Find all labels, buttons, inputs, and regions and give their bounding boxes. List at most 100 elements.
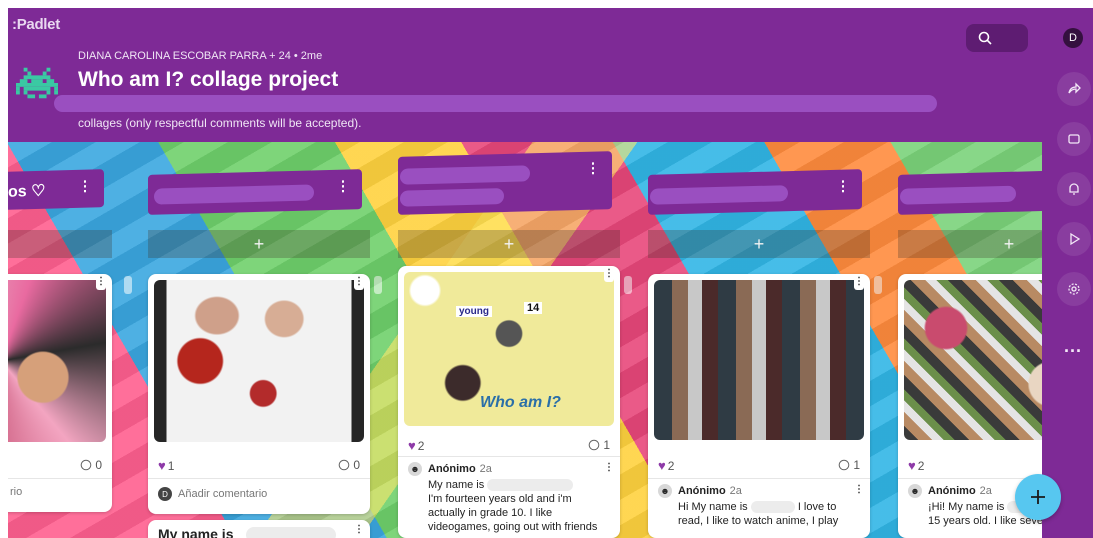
column-2: ⋮ + ⋮ ♥ 1 0 D Añadir comentario My name … — [148, 142, 370, 538]
copy-icon — [1068, 134, 1080, 144]
share-button[interactable] — [1057, 72, 1091, 106]
column-3-add-post[interactable]: + — [398, 230, 620, 258]
comment-icon — [338, 459, 350, 471]
column-3-title-redaction-1 — [400, 165, 530, 185]
post-1-comment-count[interactable]: 0 — [80, 458, 102, 472]
add-post-fab[interactable] — [1015, 474, 1061, 520]
name-redaction — [750, 501, 795, 514]
padlet-app: :Padlet DIANA CAROLINA ESCOBAR PARRA + 2… — [8, 8, 1093, 538]
padlet-logo[interactable]: :Padlet — [12, 16, 60, 33]
user-avatar[interactable]: D — [1063, 28, 1083, 48]
post-5-author: Anónimo 2a — [928, 485, 992, 497]
column-4-title-redaction — [650, 185, 788, 205]
board-canvas: os ♡ ⋮ + ⋮ 0 rio — [8, 142, 1042, 538]
column-1-add-post[interactable]: + — [8, 230, 112, 258]
post-3-stats: ♥ 2 1 — [408, 438, 610, 453]
heart-icon[interactable]: ♥ — [908, 458, 916, 473]
more-options-button[interactable]: ... — [1064, 336, 1082, 357]
post-4-comment-count[interactable]: 1 — [838, 458, 860, 472]
name-redaction — [487, 479, 574, 492]
post-2-menu[interactable]: ⋮ — [354, 276, 364, 290]
heart-icon[interactable]: ♥ — [408, 438, 416, 453]
column-scroll-handle[interactable] — [374, 276, 382, 294]
post-4-image[interactable] — [654, 280, 864, 440]
column-1-title: os ♡ — [8, 182, 46, 201]
post-3-menu[interactable]: ⋮ — [604, 268, 614, 282]
plus-icon — [1031, 490, 1045, 504]
column-3-menu[interactable]: ⋮ — [586, 160, 600, 177]
comment-icon — [80, 459, 92, 471]
column-3-header[interactable]: ⋮ — [398, 151, 612, 215]
post-4-comment-text: Hi My name is I love to read, I like to … — [678, 501, 839, 527]
column-scroll-handle[interactable] — [624, 276, 632, 294]
gear-icon — [1068, 283, 1080, 295]
post-2-stats: ♥ 1 0 — [158, 458, 360, 473]
space-invader-icon — [16, 67, 58, 99]
column-2-menu[interactable]: ⋮ — [336, 178, 350, 195]
column-1-menu[interactable]: ⋮ — [78, 178, 92, 195]
settings-button[interactable] — [1057, 272, 1091, 306]
column-2-add-post[interactable]: + — [148, 230, 370, 258]
post-4-like-count: 2 — [667, 459, 675, 473]
column-5-add-post[interactable]: + — [898, 230, 1042, 258]
heart-icon[interactable]: ♥ — [658, 458, 666, 473]
board-attribution: DIANA CAROLINA ESCOBAR PARRA + 24 • 2me — [78, 50, 323, 62]
remake-button[interactable] — [1057, 122, 1091, 156]
search-button[interactable] — [966, 24, 1028, 52]
column-4: ⋮ + ⋮ ♥ 2 1 ☻ Anónimo 2a ⋮ Hi My name is… — [648, 142, 870, 538]
play-icon — [1070, 232, 1081, 246]
post-4-menu[interactable]: ⋮ — [854, 276, 864, 290]
share-icon — [1068, 82, 1081, 94]
post-4-stats: ♥ 2 1 — [658, 458, 860, 473]
column-5-header[interactable] — [898, 169, 1042, 215]
column-4-header[interactable]: ⋮ — [648, 169, 862, 215]
post-5-stats: ♥ 2 — [908, 458, 1042, 473]
slideshow-button[interactable] — [1057, 222, 1091, 256]
post-1-separator — [8, 478, 112, 479]
column-5: + ♥ 2 ☻ Anónimo 2a ¡Hi! My name is 15 year… — [898, 142, 1042, 538]
post-card-3[interactable]: young 14 Who am I? ⋮ ♥2 1 ☻ Anónimo2a — [398, 266, 620, 538]
post-1-add-comment[interactable]: rio — [10, 486, 22, 498]
post-card-2[interactable]: ⋮ ♥ 1 0 D Añadir comentario — [148, 274, 370, 514]
post-card-4[interactable]: ⋮ ♥ 2 1 ☻ Anónimo 2a ⋮ Hi My name is I lov… — [648, 274, 870, 538]
post-2-like-count: 1 — [167, 459, 175, 473]
description-redaction — [54, 95, 937, 112]
column-3-title-redaction-2 — [400, 188, 504, 207]
notifications-button[interactable] — [1057, 172, 1091, 206]
heart-icon[interactable]: ♥ — [158, 458, 166, 473]
post-3-separator — [398, 456, 620, 457]
post-2-comment-count[interactable]: 0 — [338, 458, 360, 472]
post-1-menu[interactable]: ⋮ — [96, 276, 106, 290]
commenter-avatar: D — [158, 487, 172, 501]
column-2-title-redaction — [154, 184, 314, 205]
board-header: :Padlet DIANA CAROLINA ESCOBAR PARRA + 2… — [8, 8, 1042, 142]
post-4-author: Anónimo 2a — [678, 485, 742, 497]
column-2-header[interactable]: ⋮ — [148, 169, 362, 215]
post-2b-menu[interactable]: ⋮ — [354, 524, 364, 538]
bell-icon — [1069, 183, 1079, 195]
post-2b-title: My name is — [158, 526, 234, 538]
post-card-1[interactable]: ⋮ 0 rio — [8, 274, 112, 512]
post-4-comment-menu[interactable]: ⋮ — [854, 484, 864, 498]
post-3-comment-menu[interactable]: ⋮ — [604, 462, 614, 476]
column-scroll-handle[interactable] — [874, 276, 882, 294]
column-4-menu[interactable]: ⋮ — [836, 178, 850, 195]
post-card-2b[interactable]: My name is ⋮ — [148, 520, 370, 538]
collage-number: 14 — [524, 302, 543, 314]
anonymous-icon: ☻ — [658, 484, 672, 498]
post-2-image[interactable] — [154, 280, 364, 442]
post-2-add-comment[interactable]: D Añadir comentario — [158, 487, 267, 501]
column-scroll-handle[interactable] — [124, 276, 132, 294]
column-4-add-post[interactable]: + — [648, 230, 870, 258]
post-1-image[interactable] — [8, 280, 106, 442]
post-2b-redaction — [246, 527, 336, 538]
column-1-header[interactable]: os ♡ ⋮ — [8, 169, 104, 213]
post-3-comment-count[interactable]: 1 — [588, 438, 610, 452]
post-3-image[interactable]: young 14 Who am I? — [404, 272, 614, 426]
column-1: os ♡ ⋮ + ⋮ 0 rio — [8, 142, 112, 538]
post-5-separator — [898, 478, 1042, 479]
post-2-separator — [148, 478, 370, 479]
collage-whoami-text: Who am I? — [480, 394, 561, 411]
column-3: ⋮ + young 14 Who am I? ⋮ ♥ 2 1 ☻ Anónimo… — [398, 142, 620, 538]
post-5-image[interactable] — [904, 280, 1042, 440]
